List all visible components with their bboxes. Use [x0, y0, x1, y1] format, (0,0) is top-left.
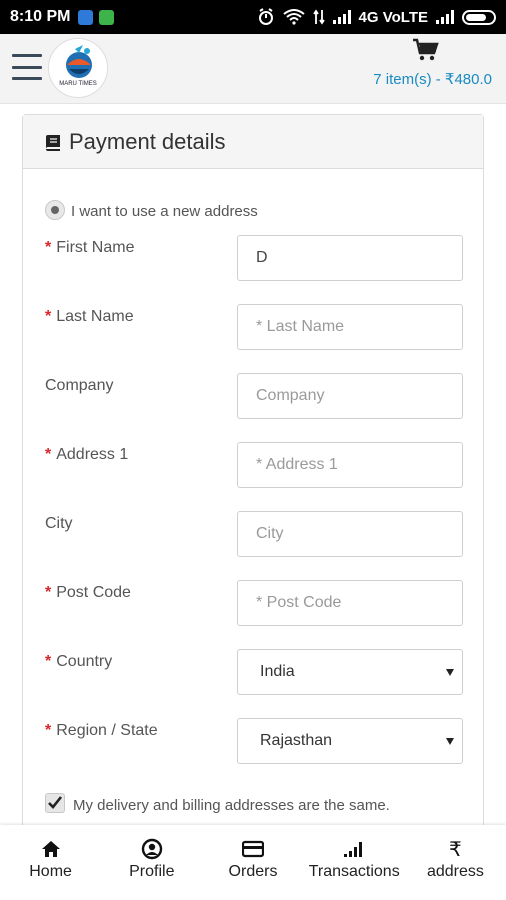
- address-1-label-text: Address 1: [56, 446, 129, 463]
- address-1-input[interactable]: [237, 442, 463, 488]
- maru-times-logo[interactable]: MARU TIMES: [48, 38, 108, 98]
- last-name-label-text: Last Name: [56, 308, 134, 325]
- region-label-text: Region / State: [56, 722, 158, 739]
- post-code-label-text: Post Code: [56, 584, 131, 601]
- alarm-icon: [258, 8, 273, 25]
- book-icon: [46, 134, 60, 151]
- checkmark-icon: [48, 795, 63, 809]
- nav-address-label: address: [426, 863, 484, 880]
- signal-icon: [332, 10, 351, 24]
- profile-icon: [141, 837, 163, 861]
- cart-summary-link[interactable]: 7 item(s) - ₹480.0: [373, 70, 492, 88]
- nav-profile[interactable]: Profile: [101, 825, 202, 900]
- required-marker: *: [45, 239, 52, 256]
- nav-address[interactable]: ₹ address: [405, 825, 506, 900]
- first-name-label: * First Name: [45, 239, 134, 257]
- wechat-notification-icon: [99, 9, 115, 25]
- battery-icon: [462, 9, 496, 25]
- data-arrows-icon: [312, 9, 325, 25]
- new-address-radio[interactable]: [45, 199, 65, 220]
- required-marker: *: [45, 653, 52, 670]
- required-marker: *: [45, 446, 52, 463]
- app-header: MARU TIMES 7 item(s) - ₹480.0: [0, 34, 506, 104]
- nav-transactions-label: Transactions: [308, 863, 400, 880]
- same-address-option[interactable]: My delivery and billing addresses are th…: [45, 791, 390, 814]
- company-input[interactable]: [237, 373, 463, 419]
- city-label: City: [45, 515, 73, 533]
- last-name-input[interactable]: [237, 304, 463, 350]
- nav-orders[interactable]: Orders: [202, 825, 303, 900]
- nav-home-label: Home: [29, 863, 72, 880]
- wifi-icon: [282, 9, 305, 25]
- menu-icon[interactable]: [12, 54, 42, 80]
- first-name-label-text: First Name: [56, 239, 135, 256]
- signal-icon-2: [436, 10, 454, 24]
- new-address-option[interactable]: I want to use a new address: [45, 199, 258, 220]
- region-selected-value: Rajasthan: [260, 732, 333, 749]
- payment-details-panel: Payment details I want to use a new addr…: [22, 114, 484, 834]
- nav-transactions[interactable]: Transactions: [304, 825, 405, 900]
- nav-profile-label: Profile: [129, 863, 175, 880]
- country-label-text: Country: [56, 653, 113, 670]
- nav-orders-label: Orders: [228, 863, 278, 880]
- country-selected-value: India: [260, 663, 295, 680]
- panel-title: Payment details: [69, 128, 226, 154]
- company-label-text: Company: [45, 377, 114, 394]
- last-name-label: * Last Name: [45, 308, 134, 326]
- same-address-checkbox[interactable]: [45, 792, 65, 813]
- network-type: 4G VoLTE: [358, 8, 428, 26]
- rupee-icon: ₹: [449, 837, 462, 861]
- city-input[interactable]: [237, 511, 463, 557]
- panel-header: Payment details: [23, 115, 483, 169]
- post-code-label: * Post Code: [45, 584, 131, 602]
- country-label: * Country: [45, 653, 112, 671]
- region-label: * Region / State: [45, 722, 158, 740]
- required-marker: *: [45, 308, 52, 325]
- new-address-label: I want to use a new address: [71, 203, 258, 220]
- cart-icon[interactable]: [412, 38, 440, 62]
- logo-text: MARU TIMES: [59, 81, 97, 87]
- required-marker: *: [45, 584, 52, 601]
- bottom-navigation: Home Profile Orders Transactions ₹ addre…: [0, 825, 506, 900]
- card-icon: [242, 837, 264, 861]
- address-1-label: * Address 1: [45, 446, 128, 464]
- post-code-input[interactable]: [237, 580, 463, 626]
- nav-home[interactable]: Home: [0, 825, 101, 900]
- same-address-label: My delivery and billing addresses are th…: [73, 797, 390, 814]
- chevron-down-icon: [446, 738, 454, 745]
- app-notification-icon: [78, 9, 94, 25]
- country-select[interactable]: India: [237, 649, 463, 695]
- home-icon: [41, 837, 61, 861]
- city-label-text: City: [45, 515, 73, 532]
- company-label: Company: [45, 377, 113, 395]
- logo-emblem: [66, 45, 92, 78]
- required-marker: *: [45, 722, 52, 739]
- status-indicators: 4G VoLTE: [257, 8, 496, 26]
- region-select[interactable]: Rajasthan: [237, 718, 463, 764]
- status-time: 8:10 PM: [10, 8, 71, 25]
- first-name-input[interactable]: [237, 235, 463, 281]
- chevron-down-icon: [446, 669, 454, 676]
- signal-bars-icon: [343, 837, 365, 861]
- status-bar: 8:10 PM 4G VoLTE: [0, 0, 506, 34]
